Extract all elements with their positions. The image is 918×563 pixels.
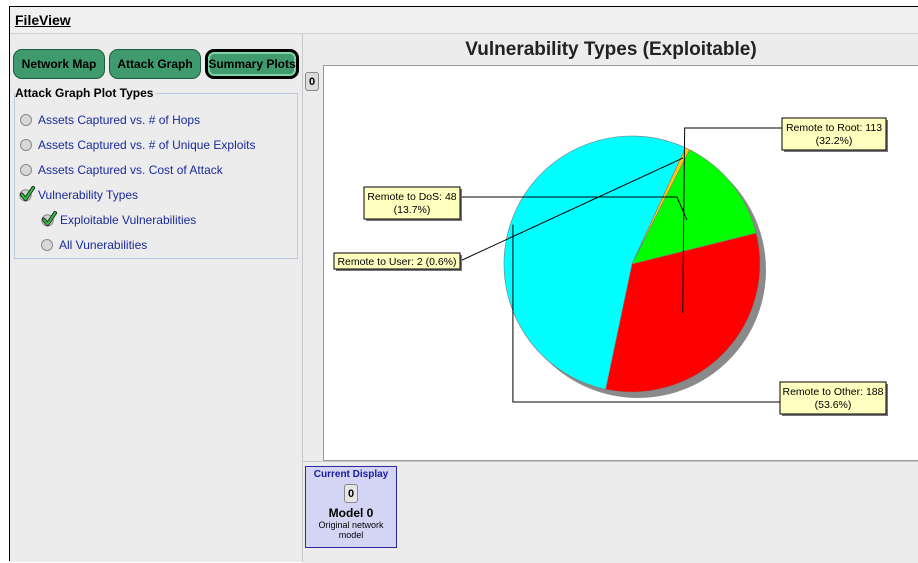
menu-view-label: View [39, 12, 71, 28]
option-label: Assets Captured vs. Cost of Attack [38, 163, 223, 177]
menu-bar: File View [10, 7, 918, 34]
card-description: Original network model [318, 520, 384, 540]
option-assets-vs-exploits[interactable]: Assets Captured vs. # of Unique Exploits [20, 138, 255, 152]
pie-chart: Remote to Root: 113(32.2%) Remote to Othe… [333, 117, 888, 416]
label-line-2: (32.2%) [816, 135, 853, 147]
option-label: All Vunerabilities [59, 238, 148, 252]
radio-icon[interactable] [20, 164, 32, 176]
menu-view[interactable]: View [39, 12, 71, 28]
label-line-1: Remote to User: 2 (0.6%) [337, 256, 456, 268]
card-heading: Current Display [313, 469, 389, 480]
option-label: Assets Captured vs. # of Hops [38, 113, 201, 127]
chart-area: Remote to Root: 113 (32.2%) Remote to Othe… [323, 65, 918, 461]
checkmark-icon[interactable] [18, 186, 35, 203]
chart-title: Vulnerability Types (Exploitable) [465, 39, 757, 60]
model-strip: Current Display 0 Model 0 Original netwo… [303, 461, 918, 563]
card-index-badge: 0 [344, 484, 358, 503]
group-title: Attack Graph Plot Types [15, 86, 157, 100]
checkmark-icon[interactable] [40, 211, 57, 228]
tab-summary-plots[interactable]: Summary Plots [205, 49, 299, 79]
menu-file-label: File [15, 12, 40, 28]
current-display-card[interactable]: Current Display 0 Model 0 Original netwo… [305, 466, 397, 548]
option-label: Assets Captured vs. # of Unique Exploits [38, 138, 256, 152]
label-line-2: (53.6%) [815, 399, 852, 411]
card-model-name: Model 0 [328, 506, 374, 520]
option-all-vulnerabilities[interactable]: All Vunerabilities [41, 238, 147, 252]
menu-file[interactable]: File [15, 12, 39, 28]
label-line-1: Remote to Other: 188 [783, 386, 884, 398]
label-line-1: Remote to DoS: 48 [367, 191, 456, 203]
tab-network-map[interactable]: Network Map [13, 49, 105, 79]
left-panel: Network Map Attack Graph Summary Plots A… [10, 34, 302, 562]
label-line-2: (13.7%) [394, 204, 431, 216]
app-window: File View Network Map Attack Graph Summa… [9, 6, 918, 563]
option-label: Exploitable Vulnerabilities [60, 212, 197, 227]
radio-icon[interactable] [20, 114, 32, 126]
option-label: Vulnerability Types [38, 187, 139, 202]
option-assets-vs-hops[interactable]: Assets Captured vs. # of Hops [20, 113, 200, 127]
option-assets-vs-cost[interactable]: Assets Captured vs. Cost of Attack [20, 163, 223, 177]
tab-attack-graph[interactable]: Attack Graph [109, 49, 201, 79]
chart-index-badge[interactable]: 0 [305, 72, 319, 91]
option-vulnerability-types[interactable]: Vulnerability Types [18, 186, 138, 203]
option-exploitable[interactable]: Exploitable Vulnerabilities [40, 211, 196, 228]
radio-icon[interactable] [20, 139, 32, 151]
radio-icon[interactable] [41, 239, 53, 251]
label-line-1: Remote to Root: 113 [786, 122, 882, 134]
